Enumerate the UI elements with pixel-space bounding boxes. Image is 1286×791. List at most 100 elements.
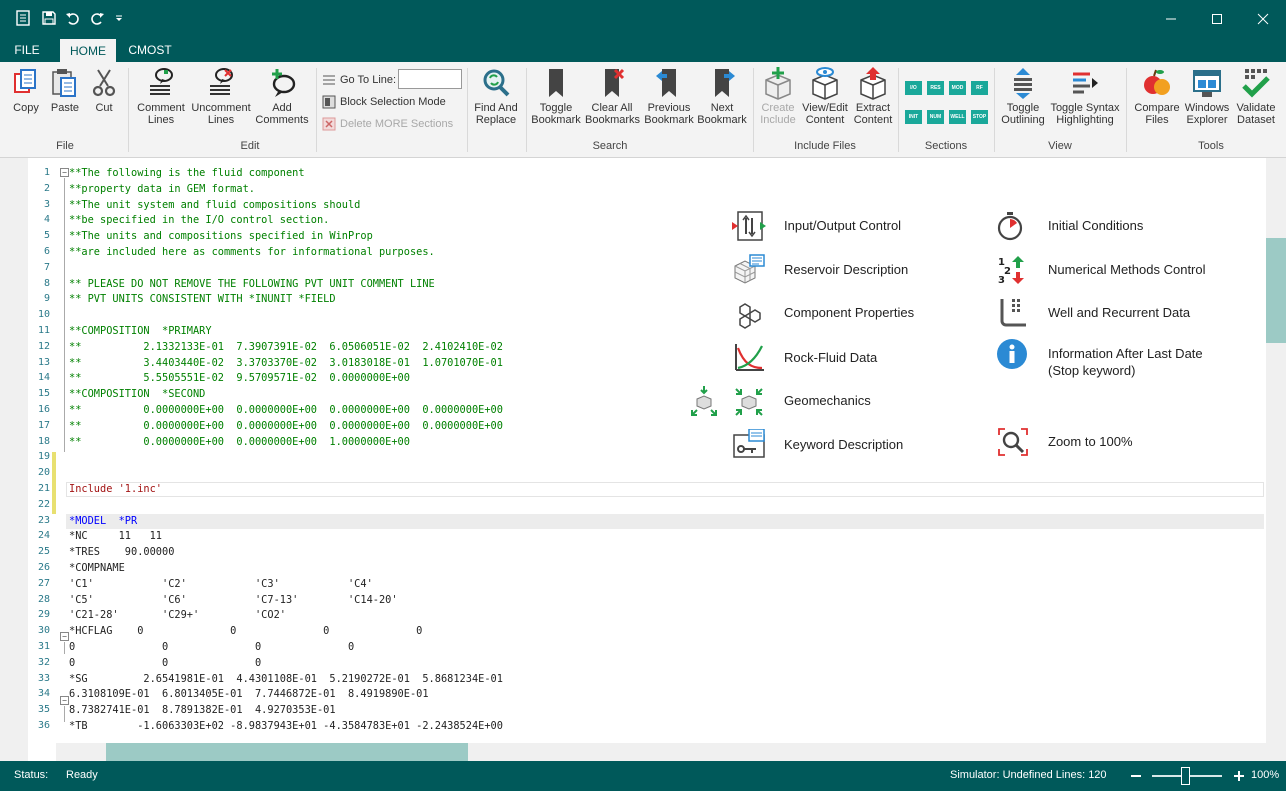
code-line[interactable]: ** 0.0000000E+00 0.0000000E+00 0.0000000… [69,402,503,418]
vertical-scrollbar[interactable] [1266,158,1286,761]
quick-link-geomechanics[interactable]: Geomechanics [732,385,871,417]
minimize-icon[interactable] [1162,10,1180,28]
section-init-icon[interactable]: INIT [905,110,922,124]
code-line[interactable]: ** PVT UNITS CONSISTENT WITH *INUNIT *FI… [69,291,336,307]
section-stop-icon[interactable]: STOP [971,110,988,124]
undo-icon[interactable] [64,9,82,27]
find-replace-button[interactable]: Find And Replace [470,66,522,126]
horizontal-scrollbar[interactable] [56,743,1266,761]
horizontal-scroll-thumb[interactable] [106,743,468,761]
section-rf-icon[interactable]: RF [971,81,988,95]
code-line[interactable]: **property data in GEM format. [69,181,255,197]
code-line[interactable]: *COMPNAME [69,560,125,576]
code-line[interactable]: *TB -1.6063303E+02 -8.9837943E+01 -4.358… [69,718,503,734]
quick-link-info-after-last-date[interactable]: Information After Last Date (Stop keyword… [996,338,1203,379]
line-number: 2 [43,182,50,194]
create-include-button[interactable]: Create Include [756,66,800,126]
toggle-outlining-button[interactable]: Toggle Outlining [998,66,1048,126]
code-line[interactable]: *NC 11 11 [69,528,162,544]
zoom-in-icon[interactable] [1233,770,1245,782]
code-line[interactable]: 6.3108109E-01 6.8013405E-01 7.7446872E-0… [69,686,429,702]
code-line[interactable]: ** 5.5505551E-02 9.5709571E-02 0.0000000… [69,370,410,386]
code-line[interactable]: *MODEL *PR [69,513,137,529]
next-bookmark-button[interactable]: Next Bookmark [696,66,748,126]
previous-bookmark-button[interactable]: Previous Bookmark [642,66,696,126]
code-line[interactable]: 0 0 0 0 [69,639,354,655]
tab-cmost[interactable]: CMOST [122,38,178,62]
delete-more-sections-button[interactable]: Delete MORE Sections [322,115,453,133]
code-line[interactable]: 8.7382741E-01 8.7891382E-01 4.9270353E-0… [69,702,336,718]
code-line[interactable]: ** 2.1332133E-01 7.3907391E-02 6.0506051… [69,339,503,355]
code-line[interactable]: **COMPOSITION *SECOND [69,386,205,402]
view-edit-content-button[interactable]: View/Edit Content [800,66,850,126]
zoom-out-icon[interactable] [1131,775,1141,777]
delete-more-sections-label: Delete MORE Sections [340,118,454,130]
copy-button[interactable]: Copy [8,66,44,114]
quick-link-reservoir[interactable]: Reservoir Description [732,254,908,286]
cut-button[interactable]: Cut [86,66,122,114]
section-io-icon[interactable]: I/O [905,81,922,95]
quick-link-zoom-100[interactable]: Zoom to 100% [996,426,1133,458]
code-line[interactable]: 0 0 0 [69,655,261,671]
code-line[interactable]: *SG 2.6541981E-01 4.4301108E-01 5.219027… [69,671,503,687]
code-line[interactable]: *TRES 90.00000 [69,544,174,560]
go-to-line-input[interactable] [398,69,462,89]
tab-file[interactable]: FILE [4,38,50,62]
code-line[interactable]: 'C5' 'C6' 'C7-13' 'C14-20' [69,592,398,608]
code-line[interactable]: **be specified in the I/O control sectio… [69,212,329,228]
code-line[interactable]: 'C1' 'C2' 'C3' 'C4' [69,576,373,592]
code-line[interactable]: Include '1.inc' [69,481,162,497]
code-line[interactable]: ** 3.4403440E-02 3.3703370E-02 3.0183018… [69,355,503,371]
section-res-icon[interactable]: RES [927,81,944,95]
line-number: 33 [37,672,50,684]
section-num-icon[interactable]: NUM [927,110,944,124]
code-line[interactable]: ** 0.0000000E+00 0.0000000E+00 0.0000000… [69,418,503,434]
vertical-scroll-thumb[interactable] [1266,238,1286,343]
app-menu-icon[interactable] [14,9,32,27]
clear-all-bookmarks-button[interactable]: Clear All Bookmarks [585,66,640,126]
quick-link-numerical[interactable]: 123 Numerical Methods Control [996,254,1206,286]
code-editor[interactable]: 1 2 3 4 5 6 7 8 9 10 11 12 13 14 15 16 17 18 19 20 21 22 23 24 2… [0,158,1286,761]
code-line[interactable]: ** PLEASE DO NOT REMOVE THE FOLLOWING PV… [69,276,435,292]
line-number: 28 [37,593,50,605]
save-icon[interactable] [40,9,58,27]
fold-toggle[interactable]: − [60,632,69,641]
toggle-bookmark-button[interactable]: Toggle Bookmark [530,66,582,126]
quick-link-well-recurrent[interactable]: Well and Recurrent Data [996,297,1190,329]
redo-icon[interactable] [88,9,106,27]
close-icon[interactable] [1254,10,1272,28]
code-line[interactable]: **The following is the fluid component [69,165,305,181]
code-line[interactable]: **COMPOSITION *PRIMARY [69,323,212,339]
compare-files-button[interactable]: Compare Files [1130,66,1184,126]
fold-toggle[interactable]: − [60,168,69,177]
tab-home[interactable]: HOME [60,39,116,62]
maximize-icon[interactable] [1208,10,1226,28]
code-line[interactable]: *HCFLAG 0 0 0 0 [69,623,422,639]
extract-content-button[interactable]: Extract Content [850,66,896,126]
fold-toggle[interactable]: − [60,696,69,705]
code-line[interactable]: **The unit system and fluid compositions… [69,197,360,213]
uncomment-lines-button[interactable]: Uncomment Lines [190,66,252,126]
section-well-icon[interactable]: WELL [949,110,966,124]
add-comments-button[interactable]: Add Comments [254,66,310,126]
code-line[interactable]: ** 0.0000000E+00 0.0000000E+00 1.0000000… [69,434,410,450]
create-include-icon [765,67,791,100]
quick-link-rock-fluid[interactable]: Rock-Fluid Data [732,342,877,374]
zoom-slider-thumb[interactable] [1181,767,1190,785]
quick-link-initial-conditions[interactable]: Initial Conditions [996,210,1143,242]
code-line[interactable]: **are included here as comments for info… [69,244,435,260]
toggle-syntax-highlighting-button[interactable]: Toggle Syntax Highlighting [1050,66,1120,126]
code-line[interactable]: 'C21-28' 'C29+' 'CO2' [69,607,286,623]
validate-dataset-button[interactable]: Validate Dataset [1232,66,1280,126]
block-selection-mode-button[interactable]: Block Selection Mode [322,93,446,111]
code-line[interactable]: **The units and compositions specified i… [69,228,373,244]
paste-button[interactable]: Paste [46,66,84,114]
section-mod-icon[interactable]: MOD [949,81,966,95]
comment-lines-button[interactable]: Comment Lines [134,66,188,126]
keyword-description-icon [733,429,765,458]
windows-explorer-button[interactable]: Windows Explorer [1184,66,1230,126]
quick-link-io-control[interactable]: Input/Output Control [732,210,901,242]
customize-qat-icon[interactable] [110,9,128,27]
quick-link-component[interactable]: Component Properties [732,297,914,329]
quick-link-keyword-description[interactable]: Keyword Description [732,429,903,461]
